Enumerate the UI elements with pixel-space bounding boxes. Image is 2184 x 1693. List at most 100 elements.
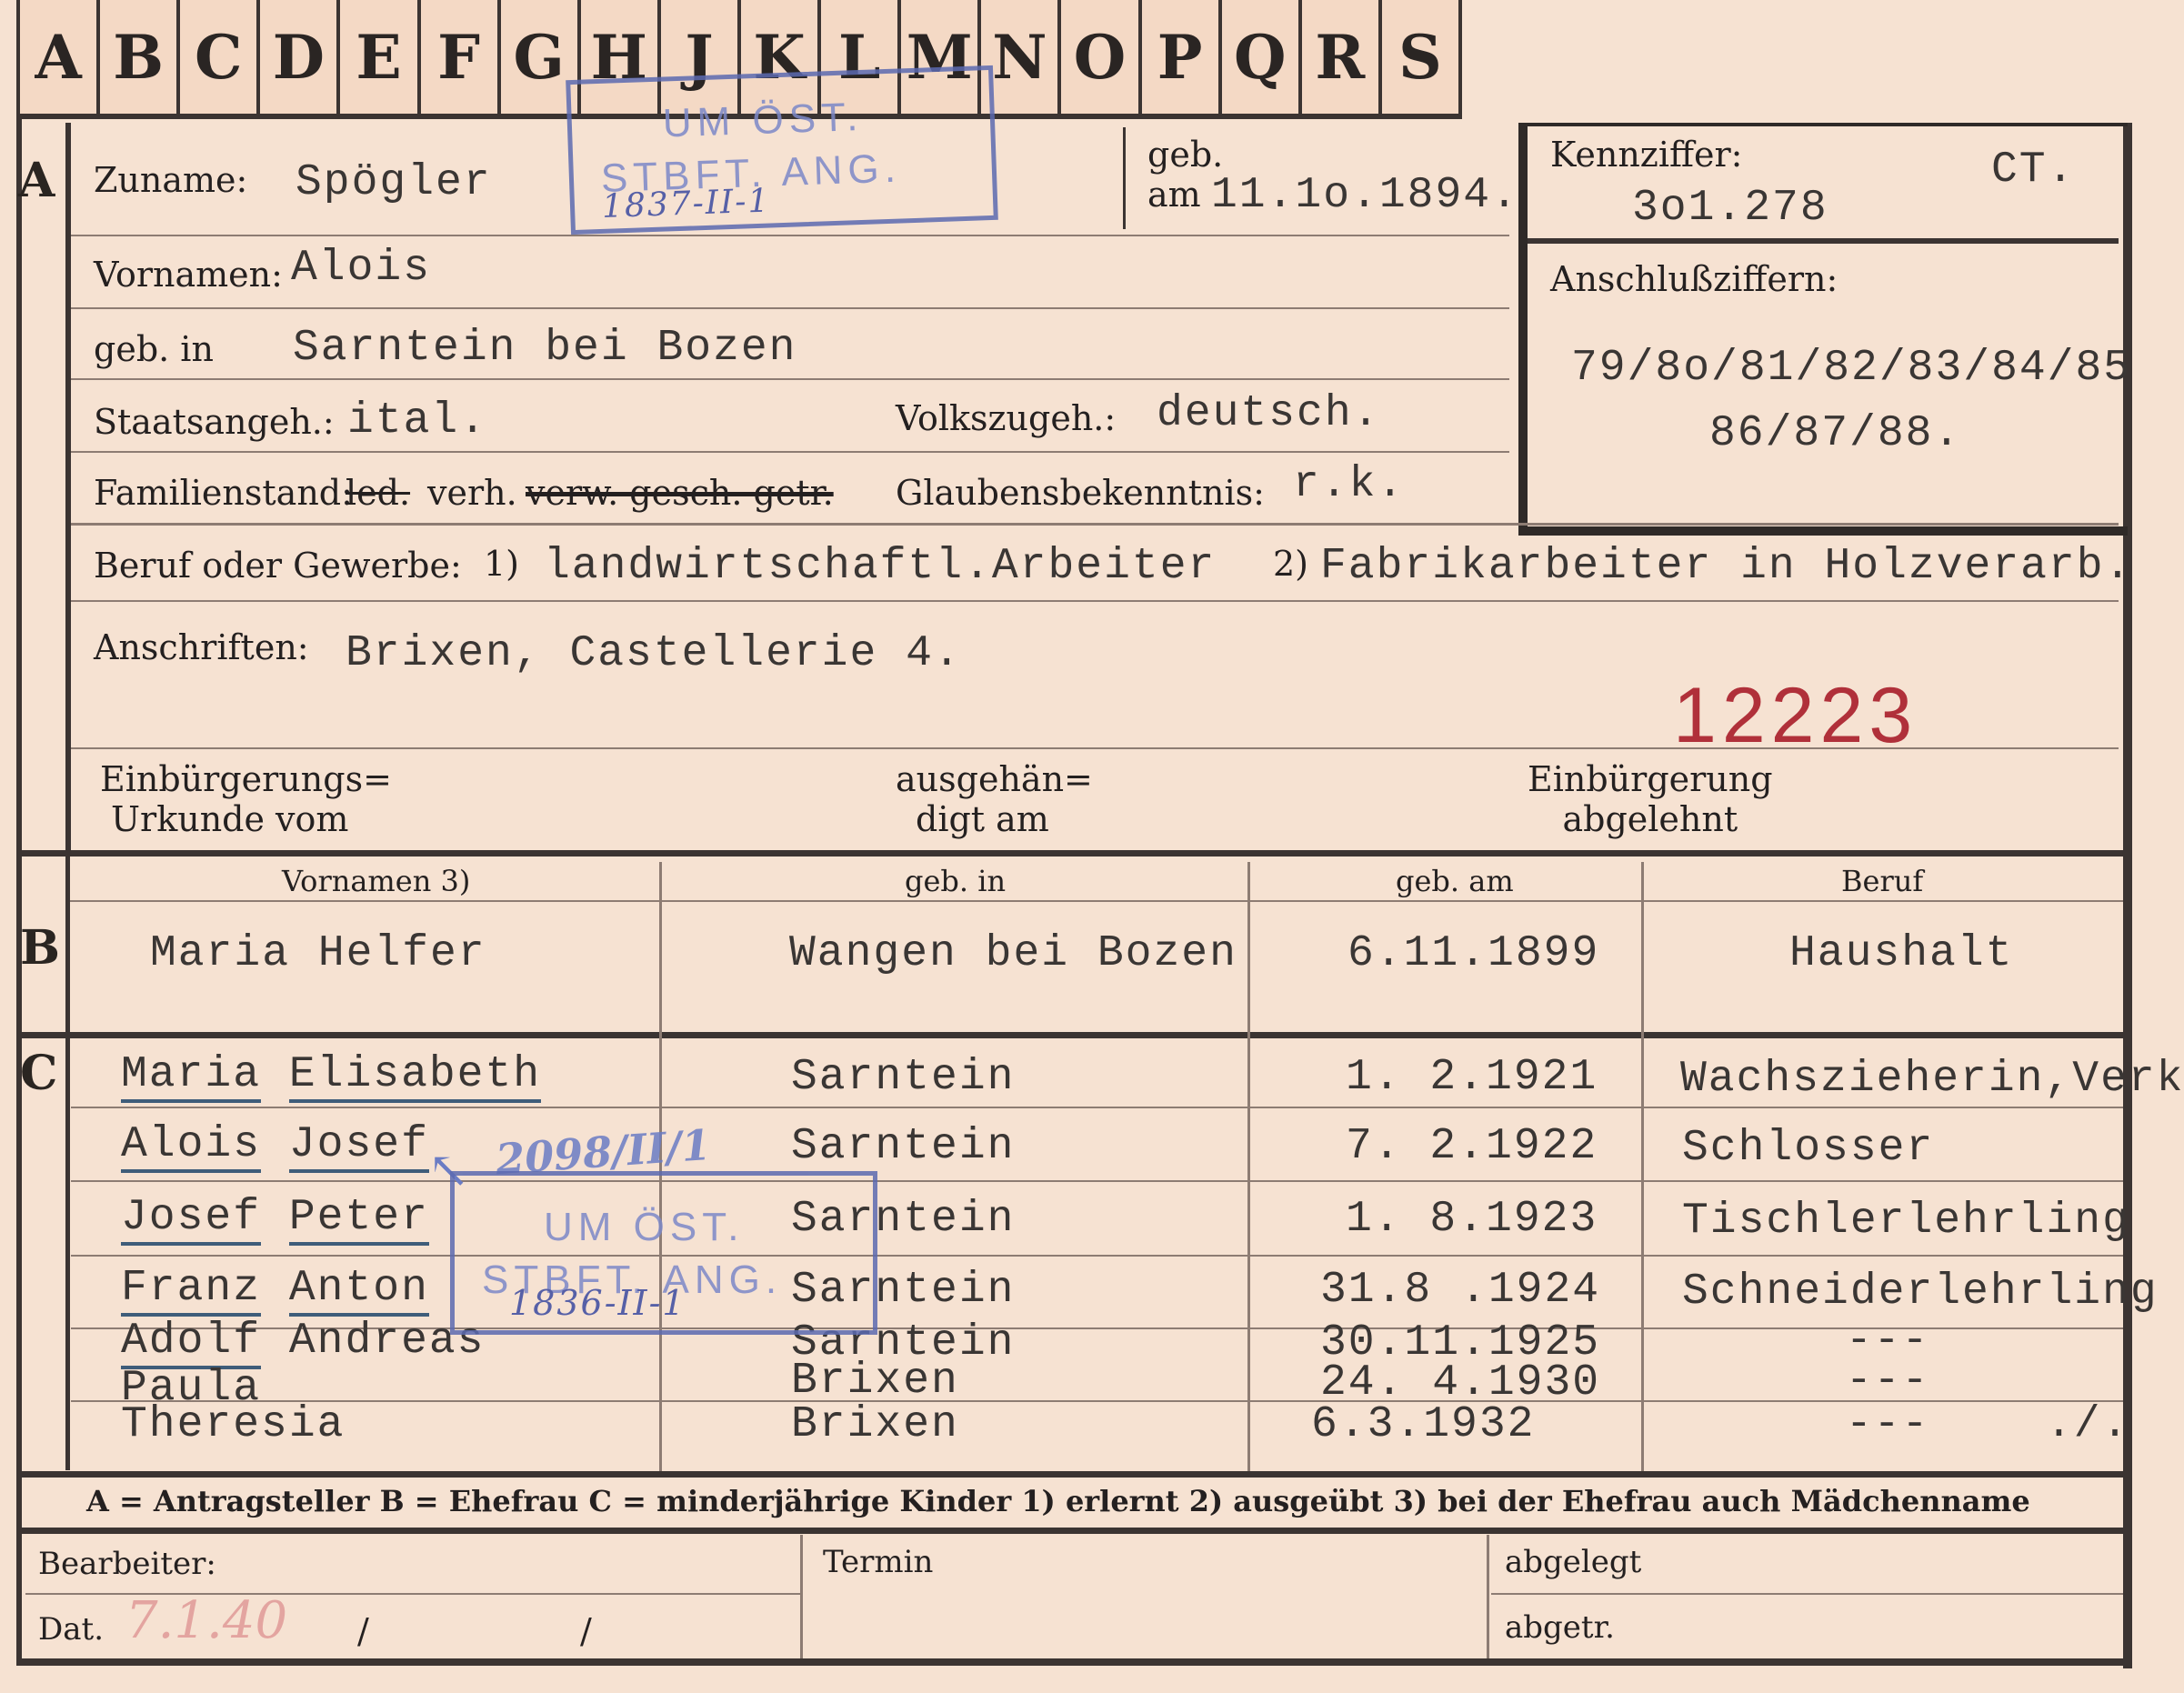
child-birthdate: 6.3.1932 xyxy=(1311,1400,1536,1449)
tab-letter[interactable]: R xyxy=(1302,0,1382,114)
occupation-learned: landwirtschaftl.Arbeiter xyxy=(544,542,1217,591)
col-line xyxy=(65,857,70,1470)
spouse-header-birthplace: geb. in xyxy=(905,864,1007,898)
naturalization-doc-label: Einbürgerungs= Urkunde vom xyxy=(100,759,392,839)
child-occupation: --- xyxy=(1846,1400,1930,1449)
tab-letter[interactable]: A xyxy=(20,0,101,114)
tab-letter[interactable]: F xyxy=(421,0,501,114)
child-first-name: Franz xyxy=(121,1264,262,1317)
birthplace-label: geb. in xyxy=(94,329,214,369)
tab-letter[interactable]: S xyxy=(1382,0,1462,114)
footer-row-line xyxy=(1491,1593,2123,1595)
address-value: Brixen, Castellerie 4. xyxy=(346,629,962,678)
handwritten-date: 7.1.40 xyxy=(125,1591,288,1650)
date-label: Dat. xyxy=(38,1611,105,1648)
first-names-label: Vornamen: xyxy=(94,255,283,295)
spouse-occupation: Haushalt xyxy=(1789,929,2014,978)
stamp-line-1: UM ÖST. xyxy=(662,94,865,146)
address-label: Anschriften: xyxy=(94,627,309,667)
filed-label: abgelegt xyxy=(1505,1544,1642,1580)
section-b-top-line xyxy=(16,850,2126,857)
row-line xyxy=(71,378,1509,380)
religion-value: r.k. xyxy=(1293,460,1406,509)
child-birthplace: Sarntein xyxy=(791,1122,1016,1171)
kennziffer-label: Kennziffer: xyxy=(1550,135,1743,175)
spouse-birthdate: 6.11.1899 xyxy=(1347,929,1600,978)
child-birthdate: 1. 2.1921 xyxy=(1346,1053,1598,1102)
deadline-label: Termin xyxy=(823,1544,934,1580)
spouse-header-line xyxy=(68,900,2123,902)
child-second-name: Elisabeth xyxy=(288,1050,542,1103)
child-first-name: Alois xyxy=(121,1120,262,1173)
marital-struck-options: verw. gesch. getr. xyxy=(526,473,834,513)
occupation-label: Beruf oder Gewerbe: xyxy=(94,546,462,586)
office-stamp: UM ÖST. STBFT. ANG. 1836-II-1 xyxy=(450,1171,877,1335)
marital-single-struck: led. xyxy=(346,473,411,513)
tab-letter[interactable]: E xyxy=(340,0,421,114)
handed-label-2: digt am xyxy=(916,799,1049,839)
row-line xyxy=(71,307,1509,309)
legend-bottom-line xyxy=(16,1528,2126,1534)
child-occupation: Schlosser xyxy=(1682,1124,1935,1173)
occupation-mark-1: 1) xyxy=(484,544,520,584)
marital-label: Familienstand: xyxy=(94,473,353,513)
row-line xyxy=(71,600,2119,602)
birthdate-divider xyxy=(1123,127,1126,229)
child-occupation: Schneiderlehrling xyxy=(1682,1267,2159,1317)
child-name: Alois Josef xyxy=(121,1120,429,1173)
child-name: Franz Anton xyxy=(121,1264,429,1317)
col-line xyxy=(1641,862,1644,1471)
section-a-divider xyxy=(65,123,71,850)
child-row-line xyxy=(71,1400,2123,1402)
child-birthplace: Brixen xyxy=(791,1400,959,1449)
section-c-top-line xyxy=(16,1032,2126,1038)
naturalization-doc-label-2: Urkunde vom xyxy=(111,799,349,839)
anschluss-line-1: 79/8o/81/82/83/84/85 xyxy=(1571,344,2132,393)
child-first-name: Theresia xyxy=(121,1400,346,1449)
tab-letter[interactable]: Q xyxy=(1222,0,1302,114)
children-end-mark: ./. xyxy=(2046,1400,2130,1449)
birthplace-value: Sarntein bei Bozen xyxy=(293,324,797,373)
date-slash: / xyxy=(357,1611,369,1651)
birthdate-label-1: geb. xyxy=(1147,135,1224,175)
kennziffer-value: 3o1.278 xyxy=(1632,184,1828,233)
marital-value: verh. xyxy=(427,473,517,513)
naturalization-doc-label-1: Einbürgerungs= xyxy=(100,759,392,799)
row-line xyxy=(71,451,1509,453)
tab-letter[interactable]: P xyxy=(1142,0,1222,114)
child-name: Adolf Andreas xyxy=(121,1317,485,1369)
red-file-number: 12223 xyxy=(1673,672,1919,759)
child-row-line xyxy=(71,1180,2123,1182)
section-letter-a: A xyxy=(18,153,55,208)
ct-mark: CT. xyxy=(1991,145,2076,195)
child-birthplace: Brixen xyxy=(791,1357,959,1406)
child-second-name: Josef xyxy=(288,1120,429,1173)
child-birthplace: Sarntein xyxy=(791,1053,1016,1102)
spouse-header-occupation: Beruf xyxy=(1841,864,1924,898)
tab-letter[interactable]: B xyxy=(100,0,181,114)
footer-col-line xyxy=(800,1535,803,1658)
child-first-name: Josef xyxy=(121,1193,262,1246)
tab-letter[interactable]: C xyxy=(180,0,261,114)
tab-letter[interactable]: O xyxy=(1061,0,1142,114)
spouse-birthplace: Wangen bei Bozen xyxy=(789,929,1237,978)
office-stamp: UM ÖST. STBFT. ANG. 1837-II-1 xyxy=(566,65,998,235)
spouse-header-birthdate: geb. am xyxy=(1396,864,1514,898)
child-name: Josef Peter xyxy=(121,1193,429,1246)
surname-value: Spögler xyxy=(296,158,492,207)
child-occupation: --- xyxy=(1846,1357,1930,1406)
legend-text: A = Antragsteller B = Ehefrau C = minder… xyxy=(86,1484,2030,1518)
card-bottom-border xyxy=(16,1658,2132,1666)
rejected-label: Einbürgerung abgelehnt xyxy=(1528,759,1773,839)
ethnicity-value: deutsch. xyxy=(1157,389,1381,438)
child-name: Maria Elisabeth xyxy=(121,1050,542,1103)
citizenship-value: ital. xyxy=(347,396,488,446)
section-letter-c: C xyxy=(20,1046,58,1101)
registration-card: { "tabs": ["A","B","C","D","E","F","G","… xyxy=(0,0,2184,1693)
rejected-label-1: Einbürgerung xyxy=(1528,759,1773,799)
tab-letter[interactable]: D xyxy=(260,0,341,114)
stamp-line-1: UM ÖST. xyxy=(544,1205,745,1249)
spouse-header-first-names: Vornamen 3) xyxy=(282,864,471,898)
footer-col-line xyxy=(1487,1535,1489,1658)
ethnicity-label: Volkszugeh.: xyxy=(896,398,1117,438)
